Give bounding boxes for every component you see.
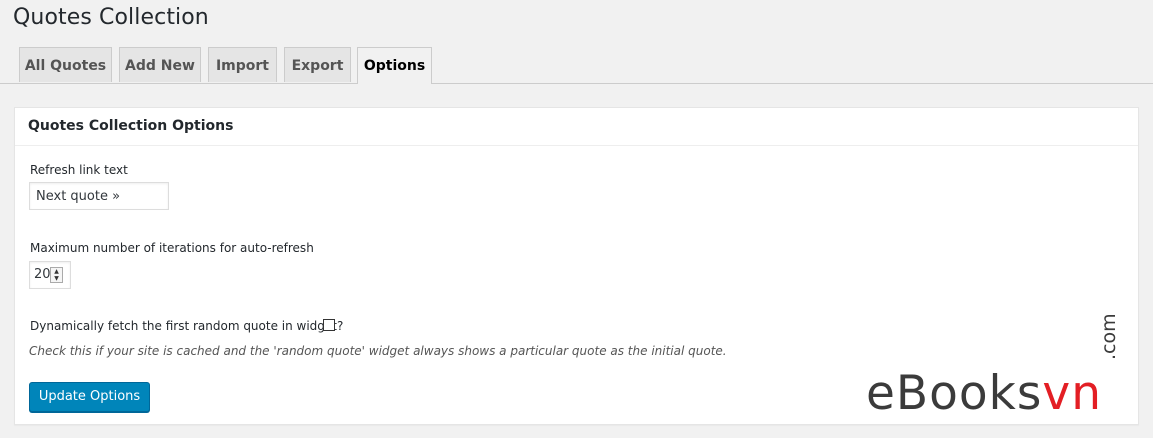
watermark-brand: eBooks <box>866 366 1043 421</box>
watermark-suffix-text: .com <box>1098 313 1120 360</box>
nav-tabs: All Quotes Add New Import Export Options <box>0 47 1153 84</box>
tab-add-new[interactable]: Add New <box>119 47 201 82</box>
tab-all-quotes[interactable]: All Quotes <box>19 47 112 82</box>
dynamic-fetch-checkbox[interactable] <box>323 319 335 331</box>
stepper-spin-control[interactable]: ▲ ▼ <box>50 267 63 283</box>
ebooksvn-watermark-logo: eBooksvn .com <box>866 313 1146 421</box>
spin-down-icon[interactable]: ▼ <box>52 276 61 282</box>
iterations-value: 20 <box>34 267 51 282</box>
tab-import[interactable]: Import <box>208 47 277 82</box>
dynamic-fetch-hint: Check this if your site is cached and th… <box>29 344 727 358</box>
tab-options[interactable]: Options <box>357 47 432 84</box>
update-options-button[interactable]: Update Options <box>29 382 150 412</box>
refresh-link-label: Refresh link text <box>30 163 128 177</box>
refresh-link-input[interactable] <box>29 182 169 210</box>
watermark-suffix: .com <box>1098 313 1120 360</box>
iterations-label: Maximum number of iterations for auto-re… <box>30 241 314 255</box>
watermark-text: eBooksvn <box>866 364 1102 424</box>
tab-export[interactable]: Export <box>284 47 351 82</box>
panel-title: Quotes Collection Options <box>15 108 1138 146</box>
iterations-stepper[interactable]: 20 ▲ ▼ <box>29 261 71 289</box>
watermark-accent: vn <box>1042 366 1102 421</box>
dynamic-fetch-label: Dynamically fetch the first random quote… <box>30 319 344 333</box>
page-title: Quotes Collection <box>13 5 209 30</box>
